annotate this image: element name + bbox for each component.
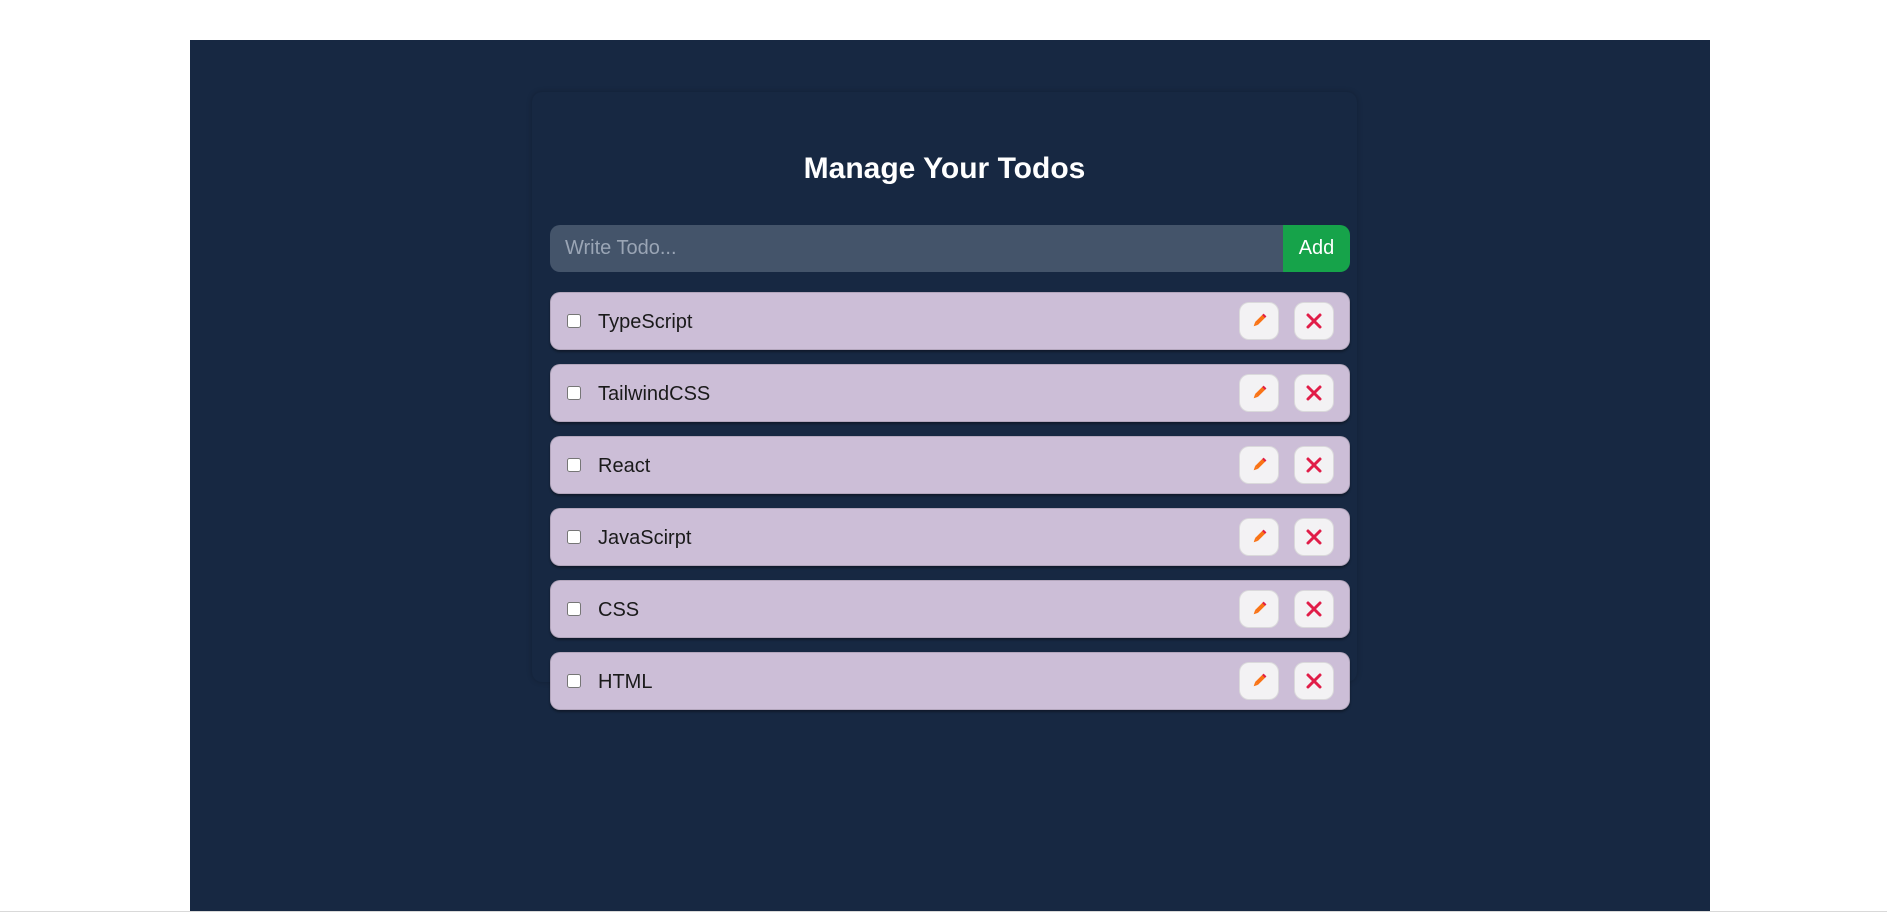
- delete-button[interactable]: [1294, 374, 1334, 412]
- todo-text: CSS: [598, 599, 640, 621]
- pencil-icon: [1249, 311, 1269, 331]
- todo-checkbox[interactable]: [567, 458, 581, 472]
- pencil-icon: [1249, 455, 1269, 475]
- close-icon: [1304, 671, 1324, 691]
- todo-checkbox[interactable]: [567, 530, 581, 544]
- pencil-icon: [1249, 671, 1269, 691]
- close-icon: [1304, 311, 1324, 331]
- edit-button[interactable]: [1239, 446, 1279, 484]
- close-icon: [1304, 599, 1324, 619]
- todo-text: HTML: [598, 671, 653, 693]
- todo-checkbox[interactable]: [567, 602, 581, 616]
- page-title: Manage Your Todos: [803, 152, 1086, 185]
- delete-button[interactable]: [1294, 662, 1334, 700]
- todo-text: React: [598, 455, 651, 477]
- close-icon: [1304, 383, 1324, 403]
- close-icon: [1304, 527, 1324, 547]
- delete-button[interactable]: [1294, 518, 1334, 556]
- edit-button[interactable]: [1239, 662, 1279, 700]
- todo-checkbox[interactable]: [567, 386, 581, 400]
- todo-item: TypeScript: [550, 292, 1350, 350]
- todo-text: TailwindCSS: [598, 383, 711, 405]
- app-background: Manage Your Todos Add TypeScript: [190, 40, 1710, 911]
- close-icon: [1304, 455, 1324, 475]
- delete-button[interactable]: [1294, 590, 1334, 628]
- delete-button[interactable]: [1294, 446, 1334, 484]
- todo-text: TypeScript: [598, 311, 693, 333]
- pencil-icon: [1249, 527, 1269, 547]
- todo-item: HTML: [550, 652, 1350, 710]
- todo-item: JavaScirpt: [550, 508, 1350, 566]
- pencil-icon: [1249, 383, 1269, 403]
- todo-form: Add: [550, 225, 1350, 272]
- todo-item: CSS: [550, 580, 1350, 638]
- edit-button[interactable]: [1239, 518, 1279, 556]
- edit-button[interactable]: [1239, 590, 1279, 628]
- add-button[interactable]: Add: [1283, 225, 1350, 272]
- todo-input[interactable]: [550, 225, 1283, 272]
- todo-item: React: [550, 436, 1350, 494]
- edit-button[interactable]: [1239, 374, 1279, 412]
- todo-checkbox[interactable]: [567, 674, 581, 688]
- pencil-icon: [1249, 599, 1269, 619]
- todo-checkbox[interactable]: [567, 314, 581, 328]
- todo-text: JavaScirpt: [598, 527, 692, 549]
- todo-list: TypeScript TailwindCSS React JavaScirpt …: [550, 292, 1350, 724]
- todo-item: TailwindCSS: [550, 364, 1350, 422]
- edit-button[interactable]: [1239, 302, 1279, 340]
- todo-card: Manage Your Todos Add TypeScript: [532, 92, 1357, 710]
- delete-button[interactable]: [1294, 302, 1334, 340]
